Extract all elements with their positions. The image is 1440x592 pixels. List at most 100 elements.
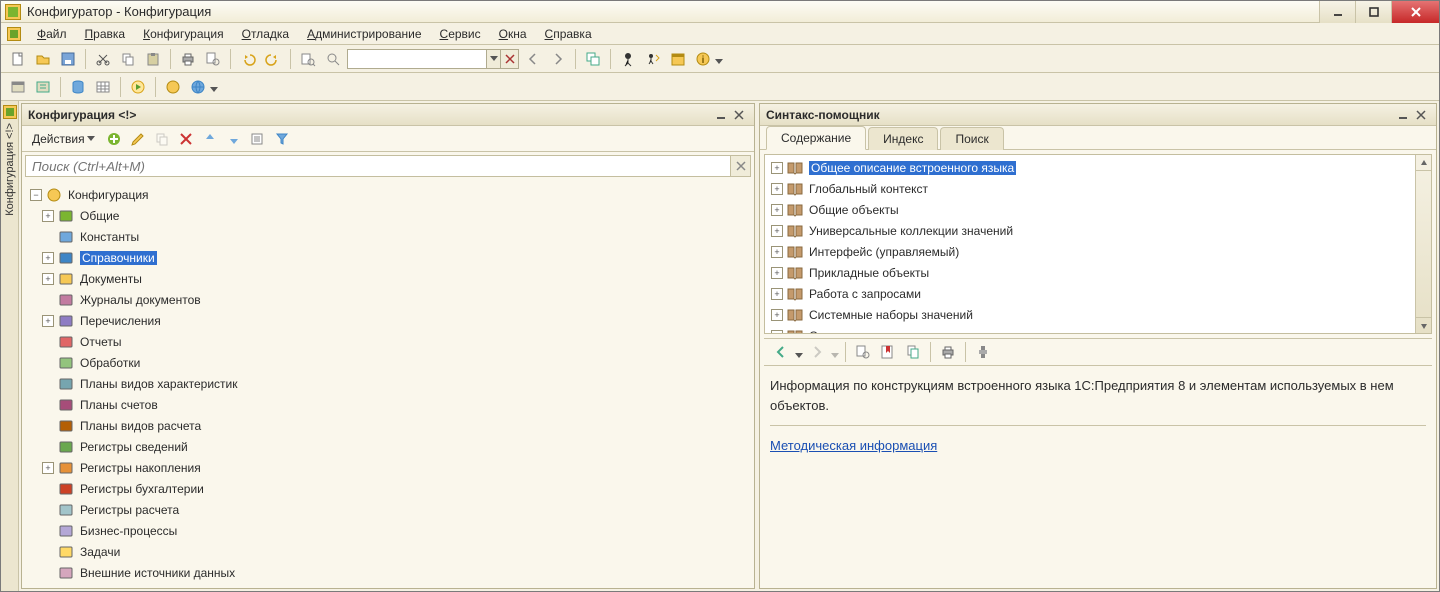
panel-close-icon[interactable] <box>730 106 748 124</box>
menu-configuration[interactable]: Конфигурация <box>135 25 232 43</box>
tree-item[interactable]: +Планы счетов <box>24 394 752 415</box>
table-icon[interactable] <box>92 76 114 98</box>
template-icon[interactable] <box>642 48 664 70</box>
edit-form-icon[interactable] <box>32 76 54 98</box>
help-tree-item[interactable]: +Системные наборы значений <box>767 304 1413 325</box>
actions-dropdown[interactable]: Действия <box>26 130 101 148</box>
edit-item-icon[interactable] <box>127 128 149 150</box>
help-method-link[interactable]: Методическая информация <box>770 438 937 453</box>
help-back-dropdown[interactable] <box>795 353 803 358</box>
system-menu-icon[interactable] <box>7 27 21 41</box>
help-tree-item[interactable]: +Работа с запросами <box>767 283 1413 304</box>
help-settings-icon[interactable] <box>972 341 994 363</box>
paste-icon[interactable] <box>142 48 164 70</box>
tree-item[interactable]: +Константы <box>24 226 752 247</box>
new-window-icon[interactable] <box>582 48 604 70</box>
help-bookmark-icon[interactable] <box>877 341 899 363</box>
form-icon[interactable] <box>7 76 29 98</box>
search-icon[interactable] <box>322 48 344 70</box>
tree-item[interactable]: +Отчеты <box>24 331 752 352</box>
help-tree-item[interactable]: +Интерфейс (управляемый) <box>767 241 1413 262</box>
help-tree-item[interactable]: +Прикладные объекты <box>767 262 1413 283</box>
tree-item[interactable]: +Документы <box>24 268 752 289</box>
tree-item[interactable]: +Перечисления <box>24 310 752 331</box>
run-icon[interactable] <box>127 76 149 98</box>
filter-icon[interactable] <box>271 128 293 150</box>
cut-icon[interactable] <box>92 48 114 70</box>
tree-search-input[interactable] <box>25 155 731 177</box>
tree-search-clear[interactable] <box>731 155 751 177</box>
syntax-tree-scrollbar[interactable] <box>1415 155 1431 333</box>
menu-admin[interactable]: Администрирование <box>299 25 429 43</box>
tree-item[interactable]: +Бизнес-процессы <box>24 520 752 541</box>
tree-item[interactable]: +Регистры сведений <box>24 436 752 457</box>
help-forward-dropdown[interactable] <box>831 353 839 358</box>
help-tree-item[interactable]: +Системные перечисления <box>767 325 1413 334</box>
tree-item[interactable]: +Регистры бухгалтерии <box>24 478 752 499</box>
minimize-button[interactable] <box>1319 1 1355 23</box>
help-tree-item[interactable]: +Универсальные коллекции значений <box>767 220 1413 241</box>
globe-icon[interactable] <box>187 76 209 98</box>
configuration-tree[interactable]: − Конфигурация +Общие+Константы+Справочн… <box>22 180 754 588</box>
toolbar-search-clear[interactable] <box>501 49 519 69</box>
menu-service[interactable]: Сервис <box>432 25 489 43</box>
tree-item[interactable]: +Задачи <box>24 541 752 562</box>
syntax-panel-close-icon[interactable] <box>1412 106 1430 124</box>
redo-icon[interactable] <box>262 48 284 70</box>
help-tree-item[interactable]: +Общее описание встроенного языка <box>767 157 1413 178</box>
new-file-icon[interactable] <box>7 48 29 70</box>
help-forward-icon[interactable] <box>806 341 828 363</box>
help-tree-item[interactable]: +Общие объекты <box>767 199 1413 220</box>
menu-help[interactable]: Справка <box>537 25 600 43</box>
menu-windows[interactable]: Окна <box>491 25 535 43</box>
add-item-icon[interactable] <box>103 128 125 150</box>
tree-item[interactable]: +Планы видов расчета <box>24 415 752 436</box>
tab-contents[interactable]: Содержание <box>766 126 866 150</box>
left-dock-strip[interactable]: Конфигурация <!> <box>1 101 19 591</box>
print-preview-icon[interactable] <box>202 48 224 70</box>
toolbar-search-dropdown[interactable] <box>487 49 501 69</box>
help-copy-icon[interactable] <box>902 341 924 363</box>
copy-item-icon[interactable] <box>151 128 173 150</box>
menu-file[interactable]: Файл <box>29 25 75 43</box>
help-print-icon[interactable] <box>937 341 959 363</box>
scrollbar-down-icon[interactable] <box>1416 317 1431 333</box>
tree-root[interactable]: − Конфигурация <box>24 184 752 205</box>
save-icon[interactable] <box>57 48 79 70</box>
info-dropdown[interactable] <box>715 59 723 64</box>
close-button[interactable] <box>1391 1 1439 23</box>
move-down-icon[interactable] <box>223 128 245 150</box>
tab-search[interactable]: Поиск <box>940 127 1003 150</box>
tree-item[interactable]: +Журналы документов <box>24 289 752 310</box>
tree-item[interactable]: +Справочники <box>24 247 752 268</box>
info-icon[interactable]: i <box>692 48 714 70</box>
calendar-icon[interactable] <box>667 48 689 70</box>
syntax-contents-tree[interactable]: +Общее описание встроенного языка+Глобал… <box>764 154 1432 334</box>
tree-item[interactable]: +Внешние источники данных <box>24 562 752 583</box>
syntax-panel-minimize-icon[interactable] <box>1394 106 1412 124</box>
menu-debug[interactable]: Отладка <box>234 25 297 43</box>
copy-icon[interactable] <box>117 48 139 70</box>
scrollbar-up-icon[interactable] <box>1416 155 1431 171</box>
maximize-button[interactable] <box>1355 1 1391 23</box>
move-up-icon[interactable] <box>199 128 221 150</box>
delete-item-icon[interactable] <box>175 128 197 150</box>
tree-item[interactable]: +Регистры накопления <box>24 457 752 478</box>
menu-edit[interactable]: Правка <box>77 25 134 43</box>
tree-item[interactable]: +Общие <box>24 205 752 226</box>
undo-icon[interactable] <box>237 48 259 70</box>
tree-item[interactable]: +Планы видов характеристик <box>24 373 752 394</box>
database-icon[interactable] <box>67 76 89 98</box>
toolbar-search-input[interactable] <box>347 49 487 69</box>
panel-minimize-icon[interactable] <box>712 106 730 124</box>
globe-dropdown[interactable] <box>210 87 218 92</box>
help-tree-item[interactable]: +Глобальный контекст <box>767 178 1413 199</box>
sort-icon[interactable] <box>247 128 269 150</box>
stop-icon[interactable] <box>162 76 184 98</box>
tab-index[interactable]: Индекс <box>868 127 938 150</box>
open-folder-icon[interactable] <box>32 48 54 70</box>
syntax-check-icon[interactable] <box>617 48 639 70</box>
print-icon[interactable] <box>177 48 199 70</box>
find-icon[interactable] <box>297 48 319 70</box>
help-back-icon[interactable] <box>770 341 792 363</box>
